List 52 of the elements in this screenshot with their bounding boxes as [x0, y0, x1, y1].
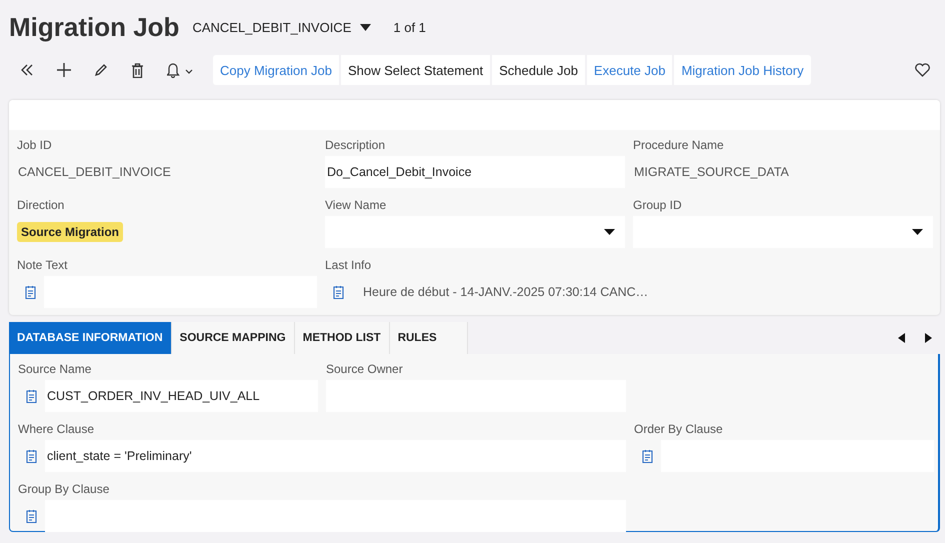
- field-label: Job ID: [17, 138, 53, 153]
- command-button[interactable]: Copy Migration Job: [213, 55, 339, 85]
- add-icon[interactable]: [57, 63, 71, 77]
- command-button[interactable]: Execute Job: [586, 55, 672, 85]
- input-field[interactable]: client_state = 'Preliminary': [45, 440, 626, 472]
- tab[interactable]: RULES: [390, 322, 468, 354]
- tab[interactable]: SOURCE MAPPING: [172, 322, 295, 354]
- previous-icon[interactable]: [898, 333, 905, 343]
- command-button[interactable]: Show Select Statement: [341, 55, 490, 85]
- field-label: Group By Clause: [18, 482, 110, 497]
- caret-icon[interactable]: [912, 229, 923, 235]
- input-field[interactable]: [45, 500, 626, 532]
- input-field[interactable]: Do_Cancel_Debit_Invoice: [325, 156, 625, 188]
- field-label: Description: [325, 138, 386, 153]
- command-button[interactable]: Migration Job History: [674, 55, 811, 85]
- field-label: Last Info: [325, 258, 372, 273]
- field-label: Note Text: [17, 258, 68, 273]
- status-badge: Source Migration: [17, 222, 124, 242]
- caret-icon: [360, 24, 372, 30]
- caret-icon[interactable]: [604, 229, 615, 235]
- note-icon[interactable]: [333, 285, 344, 299]
- field-label: Direction: [17, 198, 66, 213]
- field-label: Source Owner: [326, 362, 404, 377]
- delete-icon[interactable]: [131, 62, 144, 78]
- field-label: Procedure Name: [633, 138, 725, 153]
- dropdown-field[interactable]: [325, 216, 625, 248]
- field-label: Source Name: [18, 362, 92, 377]
- page-title: Migration Job: [9, 12, 180, 42]
- note-icon[interactable]: [26, 449, 37, 463]
- record-counter: 1 of 1: [393, 20, 426, 34]
- favorite-icon[interactable]: [915, 63, 930, 77]
- note-icon[interactable]: [25, 285, 36, 299]
- command-button[interactable]: Schedule Job: [492, 55, 585, 85]
- field-label: View Name: [325, 198, 388, 213]
- input-field[interactable]: CUST_ORDER_INV_HEAD_UIV_ALL: [45, 380, 318, 412]
- field-label: Group ID: [633, 198, 683, 213]
- dropdown-field[interactable]: [633, 216, 933, 248]
- field-label: Order By Clause: [634, 422, 724, 437]
- field-value: MIGRATE_SOURCE_DATA: [633, 165, 789, 179]
- field-value: CANCEL_DEBIT_INVOICE: [17, 165, 171, 179]
- tab[interactable]: DATABASE INFORMATION: [9, 322, 172, 354]
- record-selector[interactable]: CANCEL_DEBIT_INVOICE: [192, 20, 372, 34]
- bell-icon[interactable]: [167, 62, 193, 78]
- field-value: Heure de début - 14-JANV.-2025 07:30:14 CANC…: [362, 285, 648, 299]
- field-label: Where Clause: [18, 422, 96, 437]
- collapse-icon[interactable]: [20, 63, 34, 77]
- note-icon[interactable]: [26, 509, 37, 523]
- note-icon[interactable]: [642, 449, 653, 463]
- next-icon[interactable]: [925, 333, 932, 343]
- edit-icon[interactable]: [94, 63, 108, 77]
- note-icon[interactable]: [26, 389, 37, 403]
- tab[interactable]: METHOD LIST: [294, 322, 390, 354]
